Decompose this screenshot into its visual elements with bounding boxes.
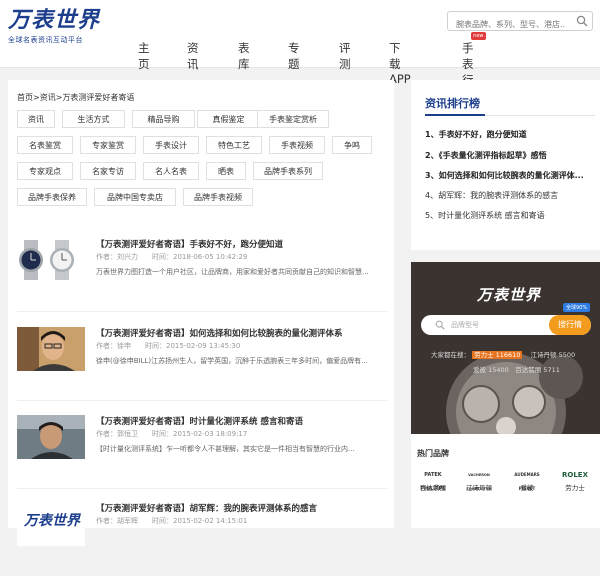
market-promo-panel: 万表世界 全球90% 品牌型号 搜行情 大家都在搜： 劳力士 116610 江诗… (411, 262, 600, 528)
brand-logo: PATEK PHILIPPE (420, 472, 446, 492)
search-market-button[interactable]: 搜行情 (549, 315, 591, 335)
site-logo[interactable]: 万表世界 全球名表资讯互动平台 (8, 8, 108, 45)
brand-item[interactable]: ROLEX 劳力士 (555, 468, 595, 492)
tag-item[interactable]: 品牌手表系列 (253, 162, 323, 180)
tag-item[interactable]: 名人名表 (143, 162, 199, 180)
promo-search-box[interactable]: 品牌型号 搜行情 (421, 315, 591, 335)
nav-item-news[interactable]: 资讯 (187, 40, 199, 72)
tag-item[interactable]: 品牌手表视频 (183, 188, 253, 206)
ranking-item[interactable]: 5、时计量化测评系统 感言和寄语 (425, 210, 597, 221)
hot-brands-panel: 热门品牌 PATEK PHILIPPE 百达翡丽 VACHERON CONSTA… (411, 434, 600, 528)
search-box (447, 11, 593, 34)
search-icon (435, 320, 445, 330)
main-content: 首页>资讯>万表测评爱好者寄语 资讯 生活方式 精品导购 真假鉴定 手表鉴定赏析… (8, 80, 394, 546)
article-title[interactable]: 【万表测评爱好者寄语】手表好不好，跑分便知道 (96, 238, 283, 250)
brand-name: 劳力士 (565, 484, 585, 492)
article-item[interactable]: 【万表测评爱好者寄语】时计量化测评系统 感言和寄语 作者：郭恒卫 时间：2015… (17, 415, 387, 489)
article-summary: 【时计量化测评系统】乍一听都令人不甚理解，其实它是一件相当有智慧的行业内... (96, 445, 355, 453)
tag-item[interactable]: 资讯 (17, 110, 55, 128)
promo-badge: 全球90% (563, 303, 591, 312)
tag-item[interactable]: 争鸣 (332, 136, 372, 154)
brand-item[interactable]: PATEK PHILIPPE 百达翡丽 (413, 468, 453, 492)
promo-search-input[interactable]: 品牌型号 (451, 320, 479, 330)
brand-name: 江诗丹顿 (466, 484, 492, 492)
article-summary: 万表世界力图打造一个用户社区，让品牌商，用家和爱好者共同贡献自己的知识和智慧..… (96, 268, 369, 276)
brand-name: 百达翡丽 (420, 484, 446, 492)
article-summary: 徐申(@徐申BILL)江苏扬州生人，留学英国，沉醉于乐透腕表三年多时间，偏爱品牌… (96, 357, 368, 365)
brand-logo: AUDEMARS PIGUET (514, 472, 540, 491)
nav-item-topics[interactable]: 专题 (288, 40, 300, 72)
popular-search-link[interactable]: 劳力士 116610 (472, 351, 523, 359)
ranking-title: 资讯排行榜 (425, 97, 480, 110)
tag-item[interactable]: 品牌中国专卖店 (94, 188, 176, 206)
tag-item[interactable]: 特色工艺 (206, 136, 262, 154)
article-title[interactable]: 【万表测评爱好者寄语】胡军辉：我的腕表评测体系的感言 (96, 502, 317, 514)
nav-item-reviews[interactable]: 评测 (339, 40, 351, 72)
article-title[interactable]: 【万表测评爱好者寄语】如何选择和如何比较腕表的量化测评体系 (96, 327, 343, 339)
tag-item[interactable]: 精品导购 (132, 110, 195, 128)
ranking-title-underline (425, 114, 485, 116)
promo-logo: 万表世界 (477, 286, 542, 304)
logo-subtitle: 全球名表资讯互动平台 (8, 36, 83, 44)
tag-item[interactable]: 品牌手表保养 (17, 188, 87, 206)
portrait-image (17, 415, 85, 459)
tag-item[interactable]: 手表设计 (143, 136, 199, 154)
article-meta: 作者：胡军辉 时间：2015-02-02 14:15:01 (96, 517, 248, 525)
article-thumbnail-portrait[interactable] (17, 327, 85, 371)
tag-item[interactable]: 手表鉴定赏析 (257, 110, 329, 128)
thumbnail-logo-text: 万表世界 (24, 513, 80, 529)
logo-title: 万表世界 (8, 8, 101, 33)
tag-item[interactable]: 专家鉴赏 (80, 136, 136, 154)
popular-search-link[interactable]: 爱彼 15400 百达翡丽 5711 (473, 364, 560, 374)
hot-brands-title: 热门品牌 (417, 449, 449, 458)
article-meta: 作者：刘兴力 时间：2018-06-05 10:42:29 (96, 253, 248, 261)
new-badge: new (471, 32, 486, 40)
article-title[interactable]: 【万表测评爱好者寄语】时计量化测评系统 感言和寄语 (96, 415, 303, 427)
article-thumbnail-watches[interactable] (17, 238, 85, 282)
brand-item[interactable]: AUDEMARS PIGUET 爱彼 (507, 468, 547, 492)
article-thumbnail-portrait[interactable] (17, 415, 85, 459)
tag-item[interactable]: 手表视频 (269, 136, 325, 154)
article-item[interactable]: 【万表测评爱好者寄语】如何选择和如何比较腕表的量化测评体系 作者：徐申 时间：2… (17, 327, 387, 401)
popular-searches-label: 大家都在搜： (431, 351, 470, 359)
brand-name: 爱彼 (520, 484, 534, 492)
tag-item[interactable]: 生活方式 (62, 110, 125, 128)
article-meta: 作者：徐申 时间：2015-02-09 13:45:30 (96, 342, 241, 350)
watch-image (17, 238, 85, 282)
brand-logo: VACHERON CONSTANTIN (466, 473, 492, 491)
site-header: 万表世界 全球名表资讯互动平台 主页 资讯 表库 专题 评测 下载APP 手表行… (0, 0, 600, 103)
article-meta: 作者：郭恒卫 时间：2015-02-03 18:09:17 (96, 430, 248, 438)
nav-item-watch-library[interactable]: 表库 (238, 40, 250, 72)
brand-logo: ROLEX (562, 471, 588, 479)
breadcrumb[interactable]: 首页>资讯>万表测评爱好者寄语 (17, 92, 134, 103)
ranking-item[interactable]: 3、如何选择和如何比较腕表的量化测评体... (425, 170, 597, 181)
ranking-item[interactable]: 4、胡军辉：我的腕表评测体系的感言 (425, 190, 597, 201)
article-item[interactable]: 【万表测评爱好者寄语】手表好不好，跑分便知道 作者：刘兴力 时间：2018-06… (17, 238, 387, 312)
popular-search-link[interactable]: 江诗丹顿 5500 (531, 351, 576, 359)
tag-item[interactable]: 专家观点 (17, 162, 73, 180)
nav-item-home[interactable]: 主页 (138, 40, 150, 72)
portrait-image (17, 327, 85, 371)
search-icon[interactable] (576, 15, 588, 27)
ranking-item[interactable]: 2、《手表量化测评指标起草》感悟 (425, 150, 597, 161)
news-ranking-panel: 资讯排行榜 1、手表好不好，跑分便知道 2、《手表量化测评指标起草》感悟 3、如… (411, 80, 600, 250)
brand-item[interactable]: VACHERON CONSTANTIN 江诗丹顿 (459, 468, 499, 492)
tag-item[interactable]: 名家专访 (80, 162, 136, 180)
ranking-item[interactable]: 1、手表好不好，跑分便知道 (425, 129, 597, 140)
popular-searches-line: 大家都在搜： 劳力士 116610 江诗丹顿 5500 (431, 349, 575, 359)
search-input[interactable] (448, 15, 566, 34)
tag-item[interactable]: 名表鉴赏 (17, 136, 73, 154)
tag-item[interactable]: 真假鉴定 (197, 110, 260, 128)
tag-item[interactable]: 晒表 (206, 162, 246, 180)
